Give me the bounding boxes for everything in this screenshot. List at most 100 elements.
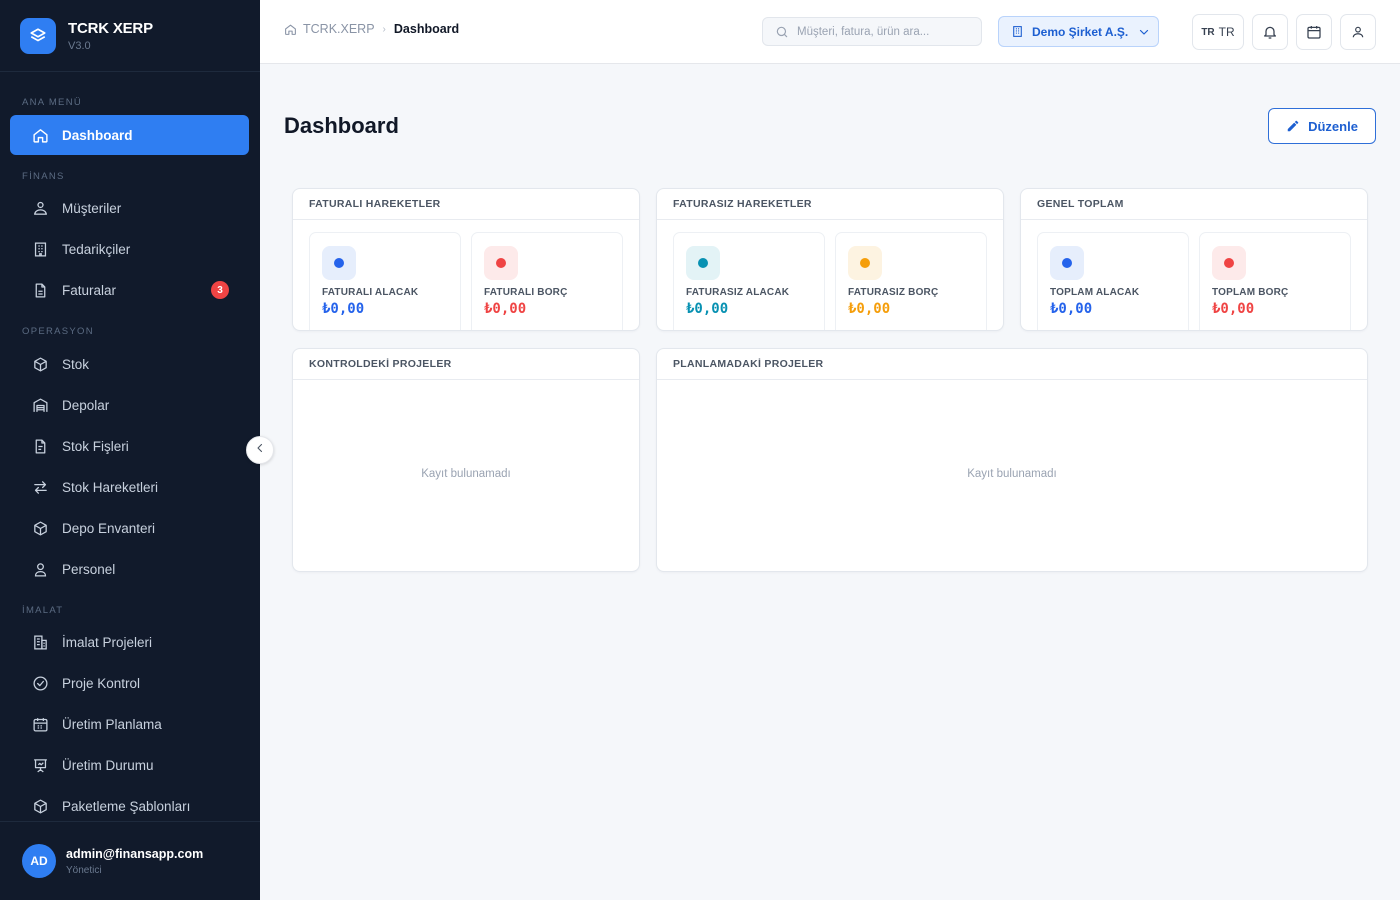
company-name: Demo Şirket A.Ş. (1032, 24, 1129, 39)
sidebar-item-label: Stok Hareketleri (62, 479, 159, 495)
edit-button-label: Düzenle (1308, 118, 1358, 134)
breadcrumb: TCRK.XERP › Dashboard (284, 22, 459, 36)
user-menu-button[interactable] (1340, 14, 1376, 50)
section-title-finance: FİNANS (22, 171, 65, 182)
panel-title: GENEL TOPLAM (1021, 189, 1367, 220)
sidebar-item-project-control[interactable]: Proje Kontrol (10, 663, 249, 703)
stat-label: FATURALI BORÇ (484, 287, 568, 298)
stat-value: ₺0,00 (484, 301, 527, 317)
building-icon (1011, 25, 1024, 38)
stat-card[interactable]: TOPLAM BORÇ ₺0,00 (1199, 232, 1351, 330)
stat-label: FATURALI ALACAK (322, 287, 419, 298)
sidebar-item-label: Depo Envanteri (62, 520, 156, 536)
sidebar-item-dashboard[interactable]: Dashboard (10, 115, 249, 155)
sidebar-item-packaging-templates[interactable]: Paketleme Şablonları (10, 786, 249, 826)
users-icon (30, 198, 50, 218)
sidebar-collapse-button[interactable] (246, 436, 274, 464)
calendar-grid-icon (30, 714, 50, 734)
dot-icon (322, 246, 356, 280)
company-selector[interactable]: Demo Şirket A.Ş. (998, 16, 1159, 47)
sidebar-item-stock[interactable]: Stok (10, 344, 249, 384)
language-button[interactable]: TR TR (1192, 14, 1244, 50)
layers-icon (20, 17, 56, 54)
presentation-icon (30, 755, 50, 775)
sidebar-item-label: Üretim Durumu (62, 757, 154, 773)
sidebar-item-label: Proje Kontrol (62, 675, 141, 691)
sidebar-item-label: Dashboard (62, 127, 133, 143)
sidebar-item-warehouses[interactable]: Depolar (10, 385, 249, 425)
sidebar-item-label: Tedarikçiler (62, 241, 131, 257)
chevron-left-icon (254, 441, 266, 459)
calendar-button[interactable] (1296, 14, 1332, 50)
user-role: Yönetici (66, 864, 102, 876)
box-icon (30, 354, 50, 374)
stat-value: ₺0,00 (686, 301, 729, 317)
section-title-manufacturing: İMALAT (22, 605, 64, 616)
brand-version: V3.0 (68, 39, 91, 52)
panel-title: FATURASIZ HAREKETLER (657, 189, 1003, 220)
cube-icon (30, 518, 50, 538)
user-email: admin@finansapp.com (66, 846, 204, 861)
sidebar-item-manufacturing-projects[interactable]: İmalat Projeleri (10, 622, 249, 662)
stat-card[interactable]: TOPLAM ALACAK ₺0,00 (1037, 232, 1189, 330)
section-title-operations: OPERASYON (22, 326, 94, 337)
stat-value: ₺0,00 (848, 301, 891, 317)
sidebar-item-personnel[interactable]: Personel (10, 549, 249, 589)
calendar-icon (1306, 24, 1322, 40)
dot-icon (686, 246, 720, 280)
stat-card[interactable]: FATURALI BORÇ ₺0,00 (471, 232, 623, 330)
panel-projects-in-planning: PLANLAMADAKİ PROJELER Kayıt bulunamadı (656, 348, 1368, 572)
building-icon (30, 239, 50, 259)
panel-projects-in-control: KONTROLDEKİ PROJELER Kayıt bulunamadı (292, 348, 640, 572)
panel-title: FATURALI HAREKETLER (293, 189, 639, 220)
language-code: TR (1218, 25, 1235, 39)
breadcrumb-current: Dashboard (393, 22, 460, 36)
dot-icon (848, 246, 882, 280)
search-box[interactable] (762, 17, 982, 46)
stat-card[interactable]: FATURASIZ BORÇ ₺0,00 (835, 232, 987, 330)
stat-label: TOPLAM ALACAK (1050, 287, 1140, 298)
sidebar: TCRK XERP V3.0 ANA MENÜ Dashboard FİNANS… (0, 0, 260, 900)
section-title-main: ANA MENÜ (22, 97, 83, 108)
user-profile[interactable]: AD admin@finansapp.com Yönetici (0, 821, 260, 900)
sidebar-item-customers[interactable]: Müşteriler (10, 188, 249, 228)
page-title: Dashboard (284, 113, 399, 138)
user-icon (1351, 25, 1365, 39)
stat-value: ₺0,00 (1050, 301, 1093, 317)
bell-icon (1262, 24, 1278, 40)
sidebar-item-stock-slips[interactable]: Stok Fişleri (10, 426, 249, 466)
stat-card[interactable]: FATURALI ALACAK ₺0,00 (309, 232, 461, 330)
transfer-icon (30, 477, 50, 497)
chevron-down-icon (1138, 26, 1150, 38)
search-input[interactable] (797, 25, 967, 38)
sidebar-item-label: Faturalar (62, 282, 117, 298)
sidebar-item-suppliers[interactable]: Tedarikçiler (10, 229, 249, 269)
empty-state: Kayıt bulunamadı (421, 468, 511, 480)
flag-icon: TR (1201, 26, 1215, 38)
edit-button[interactable]: Düzenle (1268, 108, 1376, 144)
stat-card[interactable]: FATURASIZ ALACAK ₺0,00 (673, 232, 825, 330)
brand[interactable]: TCRK XERP V3.0 (0, 0, 260, 72)
sidebar-item-invoices[interactable]: Faturalar 3 (10, 270, 249, 310)
breadcrumb-root-link[interactable]: TCRK.XERP (303, 22, 375, 36)
stat-value: ₺0,00 (322, 301, 365, 317)
invoice-count-badge: 3 (211, 281, 229, 299)
stat-label: TOPLAM BORÇ (1212, 287, 1289, 298)
chevron-right-icon: › (382, 23, 386, 35)
sidebar-item-label: Müşteriler (62, 200, 122, 216)
dot-icon (484, 246, 518, 280)
dot-icon (1050, 246, 1084, 280)
panel-grand-total: GENEL TOPLAM TOPLAM ALACAK ₺0,00 TOPLAM … (1020, 188, 1368, 331)
sidebar-item-label: Stok Fişleri (62, 438, 129, 454)
sidebar-item-label: İmalat Projeleri (62, 634, 153, 650)
check-circle-icon (30, 673, 50, 693)
sidebar-item-label: Depolar (62, 397, 110, 413)
sidebar-item-production-planning[interactable]: Üretim Planlama (10, 704, 249, 744)
home-icon[interactable] (284, 23, 297, 36)
sidebar-item-warehouse-inventory[interactable]: Depo Envanteri (10, 508, 249, 548)
notifications-button[interactable] (1252, 14, 1288, 50)
sidebar-item-label: Paketleme Şablonları (62, 798, 191, 814)
sidebar-item-production-status[interactable]: Üretim Durumu (10, 745, 249, 785)
document-icon (30, 280, 50, 300)
sidebar-item-stock-movements[interactable]: Stok Hareketleri (10, 467, 249, 507)
